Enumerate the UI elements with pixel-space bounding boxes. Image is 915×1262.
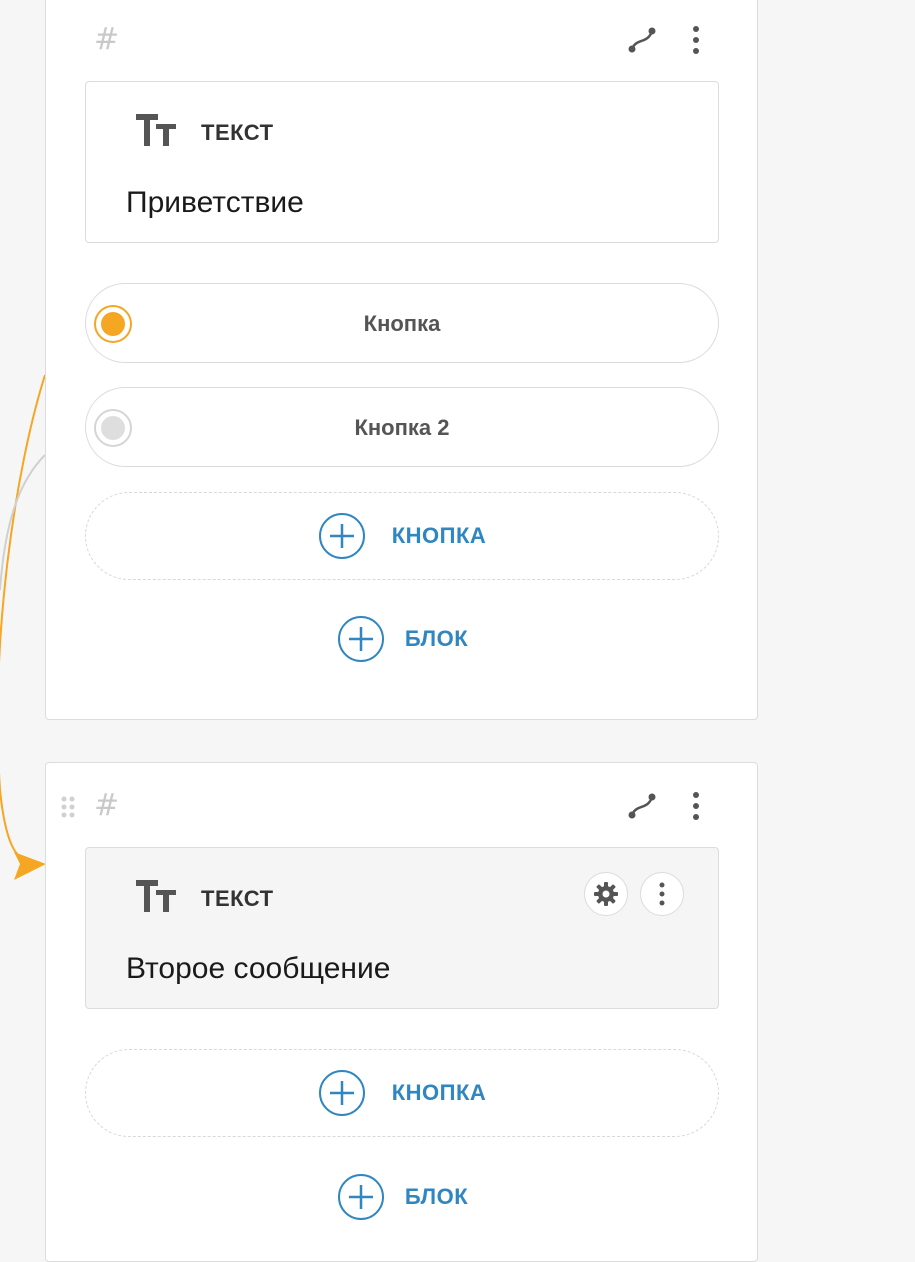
plus-circle-icon <box>337 1174 384 1220</box>
reply-button-label: Кнопка <box>363 311 441 336</box>
message-text[interactable]: Приветствие <box>126 186 304 220</box>
plus-circle-icon <box>337 616 384 662</box>
message-type-label: ТЕКСТ <box>201 886 274 911</box>
add-button-label: КНОПКА <box>391 1080 487 1105</box>
drag-handle-icon[interactable] <box>60 795 76 819</box>
block-id-symbol: # <box>94 788 120 823</box>
text-type-icon <box>136 880 176 912</box>
text-message-card[interactable]: ТЕКСТ Приветствие <box>85 81 719 243</box>
route-icon[interactable] <box>624 22 660 58</box>
more-vertical-icon[interactable] <box>678 22 714 58</box>
settings-button[interactable] <box>584 872 628 916</box>
message-text[interactable]: Второе сообщение <box>126 952 390 986</box>
reply-button-1[interactable]: Кнопка <box>85 283 719 363</box>
add-block-label: БЛОК <box>404 1184 469 1209</box>
add-block-button[interactable]: БЛОК <box>46 615 759 663</box>
gear-icon <box>594 882 618 906</box>
chat-block-2[interactable]: # ТЕКСТ Второе сообщение КНОПКА БЛОК <box>45 762 758 1262</box>
plus-circle-icon <box>318 513 365 559</box>
chat-block-1[interactable]: # ТЕКСТ Приветствие Кнопка Кнопка 2 КНОП… <box>45 0 758 720</box>
block-id-symbol: # <box>94 22 120 57</box>
add-button-button[interactable]: КНОПКА <box>85 1049 719 1137</box>
more-vertical-icon <box>659 882 665 906</box>
plus-circle-icon <box>318 1070 365 1116</box>
more-vertical-icon[interactable] <box>678 788 714 824</box>
text-message-card[interactable]: ТЕКСТ Второе сообщение <box>85 847 719 1009</box>
connector-line-active <box>0 374 46 863</box>
route-icon[interactable] <box>624 788 660 824</box>
connector-arrow <box>14 852 46 880</box>
text-type-icon <box>136 114 176 146</box>
reply-button-label: Кнопка 2 <box>354 415 450 440</box>
message-type-label: ТЕКСТ <box>201 120 274 145</box>
add-block-label: БЛОК <box>404 626 469 651</box>
message-more-button[interactable] <box>640 872 684 916</box>
reply-button-2[interactable]: Кнопка 2 <box>85 387 719 467</box>
add-button-button[interactable]: КНОПКА <box>85 492 719 580</box>
add-button-label: КНОПКА <box>391 523 487 548</box>
add-block-button[interactable]: БЛОК <box>46 1173 759 1221</box>
